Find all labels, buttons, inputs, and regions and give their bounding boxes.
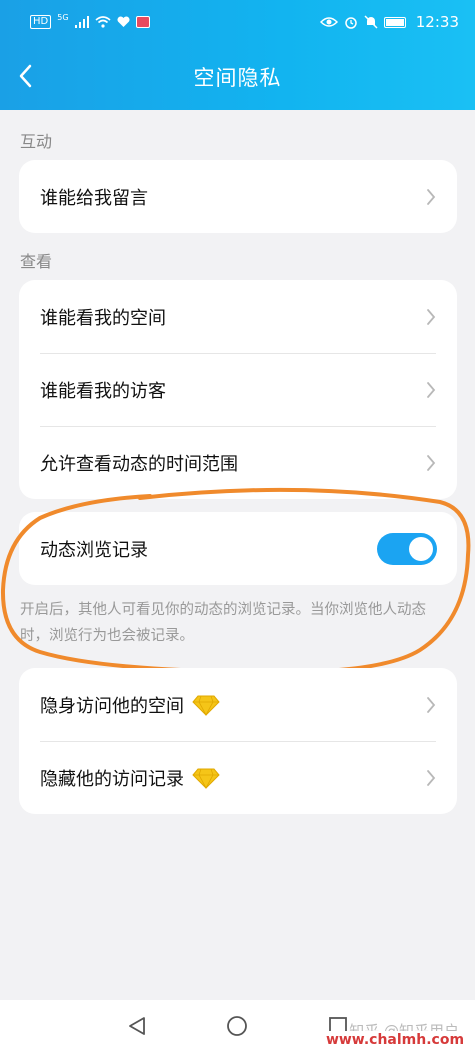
setting-row-label: 谁能看我的访客 (40, 380, 166, 402)
setting-row-label: 谁能给我留言 (40, 187, 148, 209)
yellow-diamond-icon (192, 768, 220, 789)
setting-row-label: 隐身访问他的空间 (40, 695, 184, 717)
battery-icon (383, 16, 406, 28)
section-label-interaction: 互动 (20, 132, 53, 151)
setting-row-hide-visit-record[interactable]: 隐藏他的访问记录 (19, 741, 457, 814)
setting-row-label: 允许查看动态的时间范围 (40, 453, 238, 475)
header-bar: HD 5G 12:33 空间隐私 (0, 0, 475, 110)
setting-row-label: 动态浏览记录 (40, 539, 148, 561)
status-bar: HD 5G 12:33 (0, 0, 475, 44)
signal-type: 5G (57, 12, 69, 22)
browse-record-toggle[interactable] (377, 532, 437, 565)
browse-record-description: 开启后，其他人可看见你的动态的浏览记录。当你浏览他人动态时，浏览行为也会被记录。 (20, 602, 426, 644)
yellow-diamond-icon (192, 695, 220, 716)
back-button[interactable] (10, 56, 40, 96)
status-right: 12:33 (319, 13, 459, 31)
signal-icon (74, 16, 89, 28)
mute-icon (364, 15, 378, 29)
setting-row-who-can-message[interactable]: 谁能给我留言 (19, 160, 457, 233)
interaction-card: 谁能给我留言 (19, 160, 457, 233)
heart-icon (117, 16, 130, 27)
setting-row-who-can-view-space[interactable]: 谁能看我的空间 (19, 280, 457, 353)
nav-bar: 空间隐私 (0, 44, 475, 110)
nav-home-circle-icon[interactable] (226, 1015, 248, 1037)
nav-back-triangle-icon[interactable] (126, 1015, 148, 1037)
hd-badge: HD (30, 15, 52, 29)
chevron-right-icon (427, 381, 436, 398)
site-watermark: www.chalmh.com (315, 1031, 475, 1050)
vip-card: 隐身访问他的空间 隐藏他的访问记录 (19, 668, 457, 814)
notification-icon (135, 16, 150, 28)
section-label-view: 查看 (20, 252, 53, 271)
status-time: 12:33 (415, 13, 459, 31)
setting-row-who-can-view-visitors[interactable]: 谁能看我的访客 (19, 353, 457, 426)
chevron-right-icon (427, 454, 436, 471)
view-card: 谁能看我的空间 谁能看我的访客 允许查看动态的时间范围 (19, 280, 457, 499)
chevron-right-icon (427, 696, 436, 713)
alarm-icon (345, 17, 357, 29)
toggle-knob (409, 536, 433, 561)
page-title: 空间隐私 (193, 66, 282, 90)
browse-record-card: 动态浏览记录 (19, 512, 457, 585)
setting-row-label: 隐藏他的访问记录 (40, 768, 184, 790)
chevron-right-icon (427, 308, 436, 325)
chevron-right-icon (427, 769, 436, 786)
setting-row-label: 谁能看我的空间 (40, 307, 166, 329)
setting-row-feed-time-range[interactable]: 允许查看动态的时间范围 (19, 426, 457, 499)
status-left: HD 5G (30, 12, 150, 29)
setting-row-browse-record: 动态浏览记录 (19, 512, 457, 585)
chevron-left-icon (19, 64, 32, 88)
chevron-right-icon (427, 188, 436, 205)
wifi-icon (95, 16, 111, 28)
setting-row-invisible-visit[interactable]: 隐身访问他的空间 (19, 668, 457, 741)
eye-icon (319, 17, 338, 27)
